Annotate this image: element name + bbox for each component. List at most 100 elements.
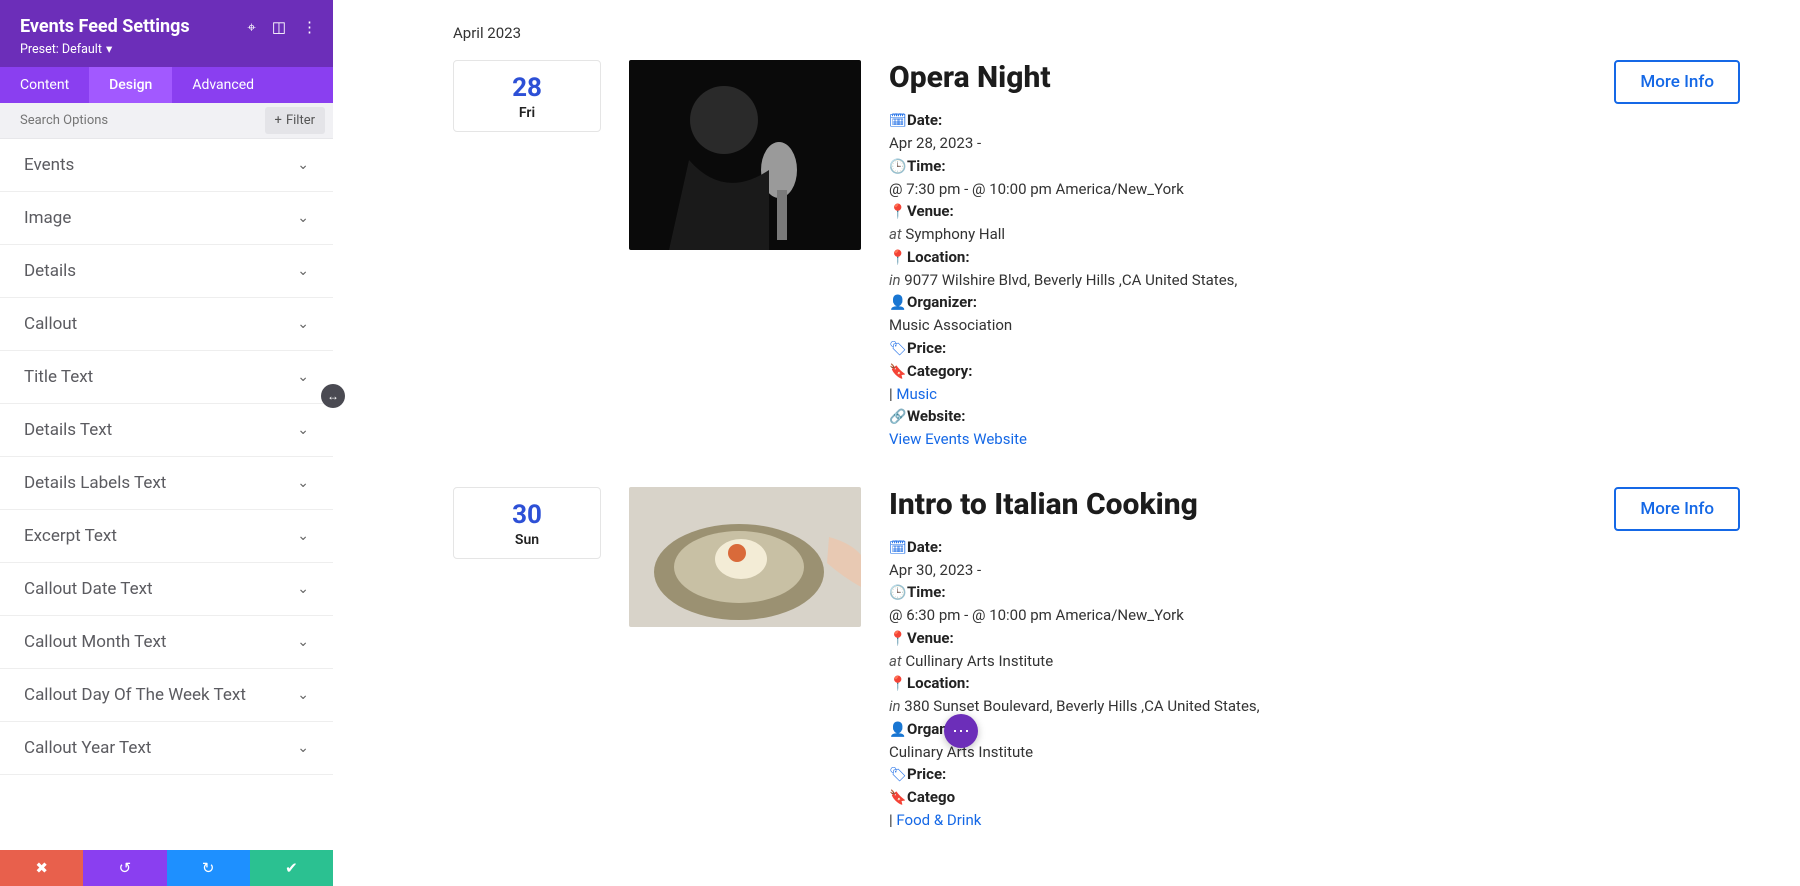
chevron-down-icon: ⌄	[297, 687, 309, 703]
organizer-label: Organizer:	[907, 293, 977, 311]
sidebar-footer: ✖ ↺ ↻ ✔	[0, 850, 333, 886]
cancel-button[interactable]: ✖	[0, 850, 83, 886]
section-item[interactable]: Callout Year Text ⌄	[0, 722, 333, 775]
date-value: Apr 30, 2023 -	[889, 559, 1590, 582]
event-title[interactable]: Intro to Italian Cooking	[889, 487, 1590, 522]
tag-icon: 🏷	[889, 339, 903, 360]
time-value: @ 6:30 pm - @ 10:00 pm America/New_York	[889, 604, 1590, 627]
person-icon: 👤	[889, 293, 903, 314]
date-callout: 28Fri	[453, 60, 601, 132]
pin-icon: 📍	[889, 674, 903, 695]
bookmark-icon: 🔖	[889, 362, 903, 383]
tab-advanced[interactable]: Advanced	[172, 67, 274, 103]
undo-button[interactable]: ↺	[83, 850, 166, 886]
category-link[interactable]: Food & Drink	[896, 811, 981, 829]
main-preview: April 2023 28FriOpera Night🗓Date:Apr 28,…	[333, 0, 1800, 886]
sections-list[interactable]: Events ⌄ Image ⌄ Details ⌄ Callout ⌄ Title Text ⌄…	[0, 139, 333, 850]
chevron-down-icon: ⌄	[297, 157, 309, 173]
section-item[interactable]: Callout Date Text ⌄	[0, 563, 333, 616]
organizer-value: Culinary Arts Institute	[889, 741, 1590, 764]
time-label: Time:	[907, 157, 946, 175]
filter-button[interactable]: + Filter	[265, 107, 325, 134]
preset-selector[interactable]: Preset: Default ▾	[20, 41, 313, 57]
section-item[interactable]: Image ⌄	[0, 192, 333, 245]
section-item[interactable]: Title Text ⌄	[0, 351, 333, 404]
event-image[interactable]	[629, 60, 861, 250]
tab-design[interactable]: Design	[89, 67, 172, 103]
section-item[interactable]: Details Labels Text⌄	[0, 457, 333, 510]
panel-icon[interactable]: ◫	[272, 18, 286, 36]
date-callout: 30Sun	[453, 487, 601, 559]
section-item[interactable]: Callout Day Of The Week Text ⌄	[0, 669, 333, 722]
section-label: Callout Month Text	[24, 632, 167, 652]
venue-value: at Cullinary Arts Institute	[889, 650, 1590, 673]
calendar-icon: 🗓	[889, 538, 903, 559]
event-title[interactable]: Opera Night	[889, 60, 1590, 95]
tab-content[interactable]: Content	[0, 67, 89, 103]
plus-icon: +	[275, 113, 282, 128]
pin-icon: 📍	[889, 629, 903, 650]
section-item[interactable]: Callout Month Text⌄	[0, 616, 333, 669]
location-value: in 380 Sunset Boulevard, Beverly Hills ,…	[889, 695, 1590, 718]
section-item[interactable]: Callout ⌄	[0, 298, 333, 351]
clock-icon: 🕒	[889, 157, 903, 178]
tag-icon: 🏷	[889, 765, 903, 786]
time-value: @ 7:30 pm - @ 10:00 pm America/New_York	[889, 178, 1590, 201]
category-label: Category:	[907, 362, 972, 380]
category-link[interactable]: Music	[896, 385, 937, 403]
bookmark-icon: 🔖	[889, 788, 903, 809]
date-label: Date:	[907, 538, 942, 556]
kebab-icon[interactable]: ⋮	[302, 18, 317, 36]
section-item[interactable]: Details ⌄	[0, 245, 333, 298]
section-item[interactable]: Details Text⌄	[0, 404, 333, 457]
more-info-button[interactable]: More Info	[1614, 487, 1740, 531]
search-bar: + Filter	[0, 103, 333, 139]
fab-more-icon[interactable]: ⋯	[944, 714, 978, 748]
section-label: Details Labels Text	[24, 473, 166, 493]
section-label: Callout Date Text	[24, 579, 153, 599]
section-label: Excerpt Text	[24, 526, 117, 546]
price-label: Price:	[907, 765, 946, 783]
save-button[interactable]: ✔	[250, 850, 333, 886]
settings-sidebar: Events Feed Settings Preset: Default ▾ ⌖…	[0, 0, 333, 886]
event-row: 28FriOpera Night🗓Date:Apr 28, 2023 -🕒Tim…	[453, 60, 1740, 451]
chevron-down-icon: ⌄	[297, 422, 309, 438]
chevron-down-icon: ⌄	[297, 581, 309, 597]
section-label: Callout Year Text	[24, 738, 151, 758]
location-label: Location:	[907, 674, 970, 692]
location-value: in 9077 Wilshire Blvd, Beverly Hills ,CA…	[889, 269, 1590, 292]
location-label: Location:	[907, 248, 970, 266]
redo-button[interactable]: ↻	[167, 850, 250, 886]
section-label: Callout Day Of The Week Text	[24, 685, 246, 705]
chevron-down-icon: ⌄	[297, 210, 309, 226]
chevron-down-icon: ▾	[106, 41, 112, 57]
venue-label: Venue:	[907, 629, 954, 647]
date-label: Date:	[907, 111, 942, 129]
resize-handle[interactable]: ↔	[321, 384, 345, 408]
event-image[interactable]	[629, 487, 861, 627]
person-icon: 👤	[889, 720, 903, 741]
section-label: Title Text	[24, 367, 93, 387]
section-item[interactable]: Excerpt Text⌄	[0, 510, 333, 563]
website-link[interactable]: View Events Website	[889, 430, 1027, 448]
category-label: Catego	[907, 788, 955, 806]
pin-icon: 📍	[889, 248, 903, 269]
sidebar-tabs: Content Design Advanced	[0, 67, 333, 103]
event-row: 30Sun Intro to Italian Cooking 🗓Date: Apr 3…	[453, 487, 1740, 832]
more-info-button[interactable]: More Info	[1614, 60, 1740, 104]
section-label: Events	[24, 155, 74, 175]
date-value: Apr 28, 2023 -	[889, 132, 1590, 155]
month-header: April 2023	[453, 24, 1740, 42]
target-icon[interactable]: ⌖	[247, 18, 255, 36]
chevron-down-icon: ⌄	[297, 740, 309, 756]
search-input[interactable]	[0, 103, 265, 138]
venue-label: Venue:	[907, 202, 954, 220]
section-label: Image	[24, 208, 71, 228]
chevron-down-icon: ⌄	[297, 263, 309, 279]
section-label: Callout	[24, 314, 77, 334]
date-dayname: Sun	[454, 532, 600, 548]
chevron-down-icon: ⌄	[297, 316, 309, 332]
chevron-down-icon: ⌄	[297, 369, 309, 385]
section-label: Details	[24, 261, 76, 281]
section-item[interactable]: Events ⌄	[0, 139, 333, 192]
